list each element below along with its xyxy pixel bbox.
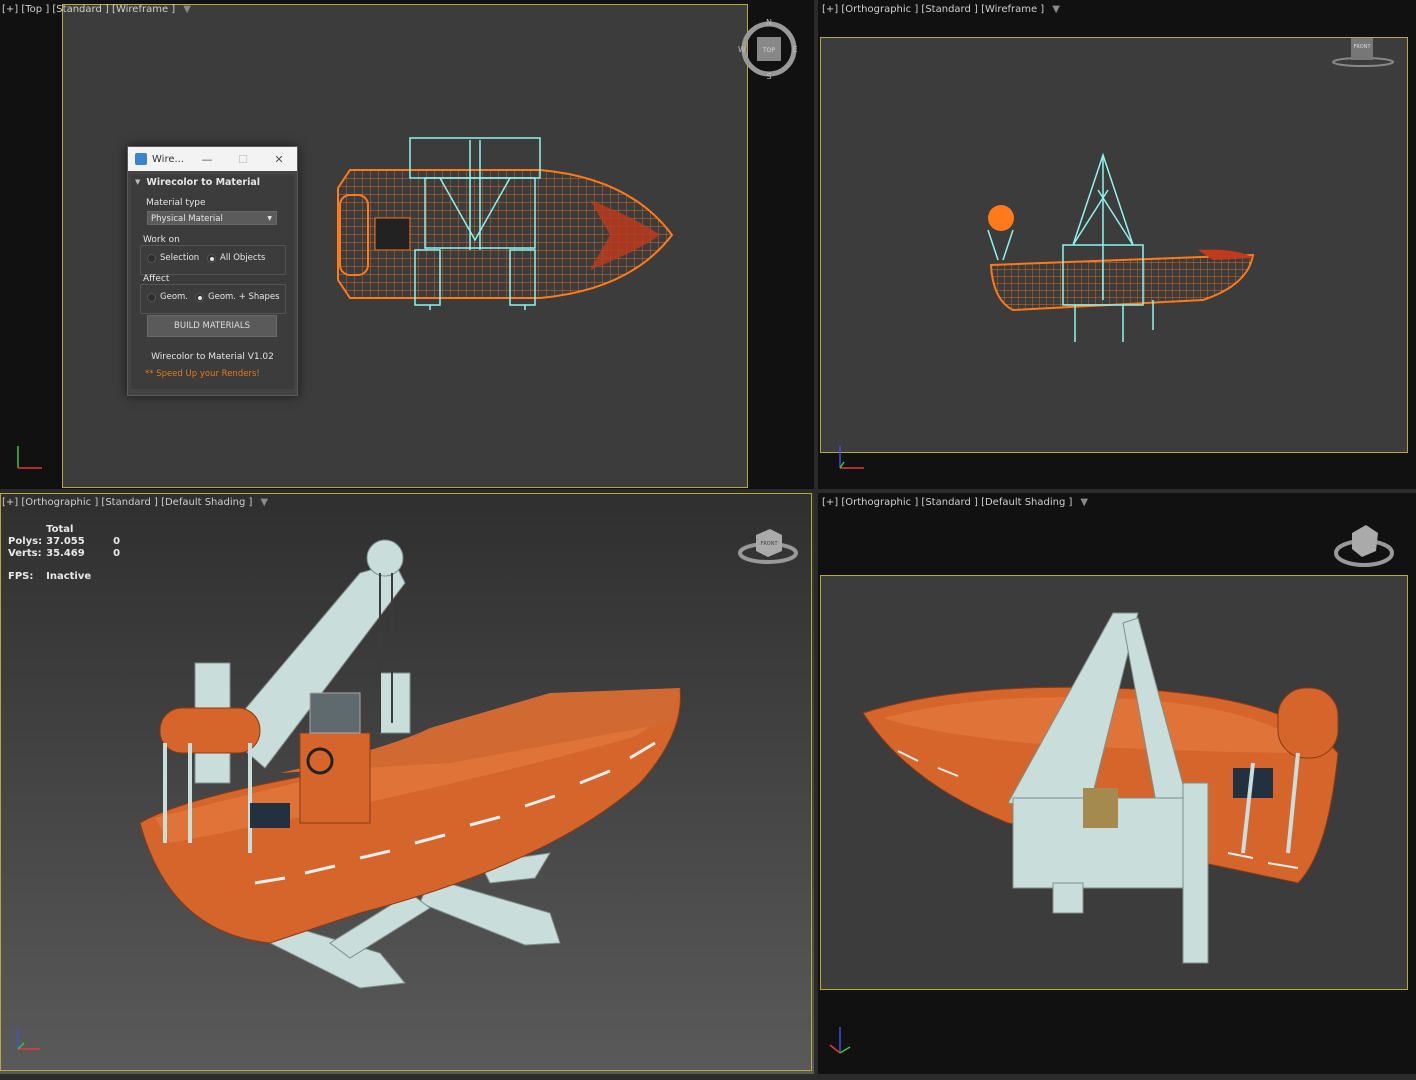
svg-text:TOP: TOP (762, 47, 775, 54)
filter-icon[interactable]: ▼ (183, 4, 191, 15)
chevron-down-icon: ▼ (267, 215, 272, 222)
filter-icon[interactable]: ▼ (260, 497, 268, 508)
stats-total-header: Total (46, 524, 74, 535)
rollout-title: Wirecolor to Material (146, 176, 261, 188)
app-icon (135, 153, 147, 165)
polys-label: Polys: (8, 536, 43, 547)
wirecolor-dialog[interactable]: Wire... — ☐ ✕ ▼ Wirecolor to Material Ma… (127, 146, 298, 396)
viewport-front-label[interactable]: [+] [Orthographic ] [Standard ] [Wirefra… (822, 4, 1060, 15)
boat-shaded-left[interactable] (130, 533, 690, 1003)
dialog-title: Wire... (152, 153, 185, 165)
axis-tripod-icon (829, 1027, 851, 1054)
viewport-persp-left-label[interactable]: [+] [Orthographic ] [Standard ] [Default… (2, 497, 268, 508)
axis-tripod-icon (17, 1027, 40, 1050)
fps-value: Inactive (46, 571, 92, 582)
material-type-label: Material type (146, 198, 206, 208)
verts-value: 35.469 (46, 548, 85, 559)
radio-geom[interactable]: Geom. (147, 292, 188, 302)
affect-label: Affect (143, 274, 170, 284)
filter-icon[interactable]: ▼ (1080, 497, 1088, 508)
radio-geom-label: Geom. (160, 292, 188, 302)
viewport-top-label[interactable]: [+] [Top ] [Standard ] [Wireframe ] ▼ (2, 4, 191, 15)
viewcube-persp-right[interactable] (1332, 517, 1396, 573)
svg-text:FRONT: FRONT (1353, 44, 1371, 50)
rollout-header[interactable]: ▼ Wirecolor to Material (131, 175, 294, 189)
svg-text:S: S (766, 72, 771, 80)
polys-value: 37.055 (46, 536, 85, 547)
collapse-arrow-icon[interactable]: ▼ (135, 178, 140, 186)
verts-label: Verts: (8, 548, 42, 559)
version-text: Wirecolor to Material V1.02 (151, 352, 274, 362)
work-on-label: Work on (143, 235, 180, 245)
svg-text:N: N (766, 18, 772, 27)
minimize-icon[interactable]: — (189, 153, 225, 166)
viewcube-front[interactable]: FRONT (1330, 32, 1396, 72)
boat-wireframe-front[interactable] (983, 150, 1263, 350)
build-materials-button[interactable]: BUILD MATERIALS (147, 315, 277, 337)
close-icon[interactable]: ✕ (261, 153, 297, 166)
radio-icon (147, 292, 156, 302)
dialog-titlebar[interactable]: Wire... — ☐ ✕ (128, 147, 297, 171)
viewport-persp-right-label[interactable]: [+] [Orthographic ] [Standard ] [Default… (822, 497, 1088, 508)
boat-shaded-right[interactable] (858, 603, 1358, 973)
axis-tripod-icon (17, 446, 42, 469)
material-type-value: Physical Material (151, 214, 223, 224)
radio-selection[interactable]: Selection (147, 253, 199, 263)
radio-icon (195, 292, 204, 302)
fps-label: FPS: (8, 571, 34, 582)
viewcube-persp-left[interactable]: FRONT (736, 521, 800, 567)
viewport-top[interactable]: [+] [Top ] [Standard ] [Wireframe ] ▼ TOP… (0, 0, 814, 489)
viewport-perspective-right[interactable]: [+] [Orthographic ] [Standard ] [Default… (818, 493, 1416, 1074)
verts-selected: 0 (113, 548, 121, 559)
filter-icon[interactable]: ▼ (1052, 4, 1060, 15)
radio-all-objects-label: All Objects (220, 253, 266, 263)
viewport-front[interactable]: [+] [Orthographic ] [Standard ] [Wirefra… (818, 0, 1416, 489)
axis-tripod-icon (839, 446, 864, 469)
viewport-perspective-left[interactable]: [+] [Orthographic ] [Standard ] [Default… (0, 493, 814, 1074)
radio-icon (147, 253, 156, 263)
polys-selected: 0 (113, 536, 121, 547)
rollout-panel: ▼ Wirecolor to Material Material type Ph… (131, 175, 294, 389)
svg-text:E: E (792, 45, 797, 54)
radio-selection-label: Selection (160, 253, 200, 263)
radio-icon (207, 253, 216, 263)
tagline-text: ** Speed Up your Renders! (145, 369, 260, 379)
material-type-dropdown[interactable]: Physical Material ▼ (147, 211, 277, 225)
svg-text:FRONT: FRONT (760, 541, 778, 547)
scene-stats: Total Polys: 37.055 0 Verts: 35.469 0 FPS: In… (8, 524, 124, 583)
radio-geom-shapes-label: Geom. + Shapes (208, 292, 280, 302)
boat-wireframe-top[interactable] (330, 130, 680, 315)
radio-geom-shapes[interactable]: Geom. + Shapes (195, 292, 280, 302)
svg-text:W: W (738, 45, 746, 54)
radio-all-objects[interactable]: All Objects (207, 253, 265, 263)
viewcube-top[interactable]: TOP N W E S (738, 18, 800, 80)
maximize-icon: ☐ (238, 152, 248, 166)
